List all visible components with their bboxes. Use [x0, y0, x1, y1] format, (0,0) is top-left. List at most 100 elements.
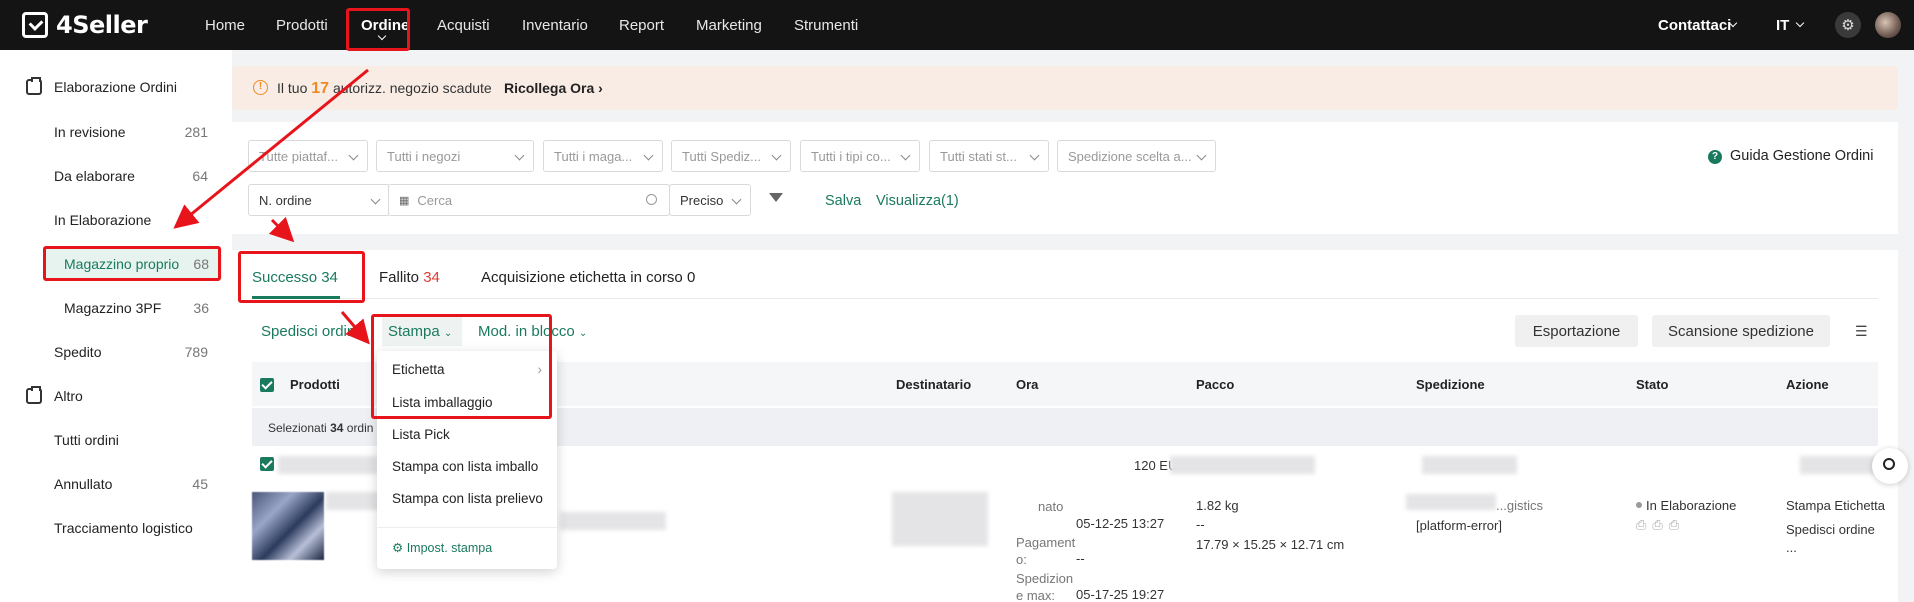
tab-fallito[interactable]: Fallito 34	[379, 269, 440, 286]
col-azione: Azione	[1786, 377, 1829, 392]
blurred-shipping	[1422, 456, 1517, 474]
sidebar-item-spedito[interactable]: Spedito 789	[54, 344, 208, 360]
blurred-amount	[1170, 456, 1315, 474]
col-stato: Stato	[1636, 377, 1669, 392]
menu-item-stampa-lista-prelievo[interactable]: Stampa con lista prelievo	[392, 491, 543, 506]
save-button[interactable]: Salva	[825, 193, 861, 209]
nav-strumenti[interactable]: Strumenti	[794, 17, 858, 34]
reconnect-link[interactable]: Ricollega Ora ›	[504, 80, 603, 96]
match-select[interactable]: Preciso	[669, 184, 751, 216]
package-dimensions: 17.79 × 15.25 × 12.71 cm	[1196, 537, 1345, 552]
type-select[interactable]: Tutti i tipi co...	[800, 140, 920, 172]
menu-item-stampa-lista-imballo[interactable]: Stampa con lista imballo	[392, 459, 538, 474]
sidebar-section-altro[interactable]: Altro	[26, 386, 83, 404]
sidebar-item-da-elaborare[interactable]: Da elaborare 64	[54, 168, 208, 184]
col-destinatario: Destinatario	[896, 377, 972, 392]
product-thumbnail[interactable]	[252, 492, 324, 560]
col-spedizione: Spedizione	[1416, 377, 1485, 392]
sidebar-item-in-elaborazione[interactable]: In Elaborazione	[54, 212, 208, 228]
select-all-checkbox[interactable]	[260, 378, 274, 392]
row-checkbox[interactable]	[260, 457, 274, 471]
nav-report[interactable]: Report	[619, 17, 664, 34]
logo-icon	[22, 12, 48, 38]
status-text: In Elaborazione	[1646, 498, 1737, 513]
blurred-carrier	[1406, 494, 1496, 510]
clipboard-icon	[26, 386, 42, 404]
scan-shipment-button[interactable]: Scansione spedizione	[1652, 315, 1830, 347]
search-icon	[1883, 458, 1895, 470]
platform-error: [platform-error]	[1416, 518, 1502, 533]
sidebar-item-tutti-ordini[interactable]: Tutti ordini	[54, 432, 208, 448]
print-label-action[interactable]: Stampa Etichetta	[1786, 498, 1885, 513]
annotation-box-ordine	[346, 8, 410, 51]
platform-select[interactable]: Tutte piattaf...	[248, 140, 368, 172]
col-pacco: Pacco	[1196, 377, 1235, 392]
time-created: 05-12-25 13:27	[1076, 516, 1165, 531]
guide-link[interactable]: Guida Gestione Ordini	[1730, 148, 1873, 164]
nav-inventario[interactable]: Inventario	[522, 17, 588, 34]
avatar[interactable]	[1875, 12, 1901, 38]
chevron-down-icon	[1795, 18, 1805, 28]
store-select[interactable]: Tutti i negozi	[376, 140, 534, 172]
view-button[interactable]: Visualizza(1)	[876, 193, 959, 209]
tab-acquisizione[interactable]: Acquisizione etichetta in corso 0	[481, 269, 695, 286]
chevron-down-icon	[1029, 150, 1040, 161]
blurred-order-id	[278, 456, 378, 474]
shipping-choice-select[interactable]: Spedizione scelta a...	[1057, 140, 1216, 172]
annotation-box-successo	[238, 251, 365, 303]
sidebar-item-in-revisione[interactable]: In revisione 281	[54, 124, 208, 140]
ship-orders-button[interactable]: Spedisci ordini	[261, 323, 359, 340]
nav-marketing[interactable]: Marketing	[696, 17, 762, 34]
filter-icon[interactable]	[769, 193, 783, 202]
clipboard-icon	[26, 77, 42, 95]
annotation-box-magazzino	[43, 246, 221, 281]
floating-search-button[interactable]	[1872, 448, 1908, 484]
time-label-max-ship: Spedizion e max:	[1016, 571, 1074, 602]
more-actions[interactable]: ...	[1786, 540, 1797, 555]
nav-acquisti[interactable]: Acquisti	[437, 17, 490, 34]
status-select[interactable]: Tutti stati st...	[929, 140, 1049, 172]
chevron-down-icon	[1196, 150, 1207, 161]
blurred-product-sku	[560, 512, 666, 530]
chevron-down-icon	[900, 150, 911, 161]
warehouse-select[interactable]: Tutti i maga...	[543, 140, 663, 172]
sidebar-item-annullato[interactable]: Annullato 45	[54, 476, 208, 492]
sidebar-item-magazzino-3pf[interactable]: Magazzino 3PF 36	[64, 300, 209, 316]
settings-gear-icon[interactable]: ⚙	[1835, 12, 1861, 38]
order-number-select[interactable]: N. ordine	[248, 184, 390, 216]
annotation-box-print-menu	[371, 314, 552, 419]
sidebar-item-tracciamento[interactable]: Tracciamento logistico	[54, 520, 208, 536]
banner-text: Il tuo 17 autorizz. negozio scadute	[277, 80, 492, 97]
col-ora: Ora	[1016, 377, 1039, 392]
status-dot-icon	[1636, 502, 1642, 508]
time-max-ship: 05-17-25 19:27	[1076, 587, 1165, 602]
blurred-recipient	[892, 492, 988, 546]
chevron-down-icon	[514, 150, 525, 161]
export-button[interactable]: Esportazione	[1515, 315, 1638, 347]
nav-home[interactable]: Home	[205, 17, 245, 34]
time-label-payment: Pagament o:	[1016, 535, 1076, 567]
warning-icon: !	[253, 80, 268, 95]
logo[interactable]: 4Seller	[22, 11, 148, 39]
search-input[interactable]: ▦ Cerca	[388, 184, 670, 216]
chevron-down-icon	[643, 150, 654, 161]
selection-summary-text: Selezionati 34 ordin	[268, 421, 374, 435]
print-settings-link[interactable]: ⚙ Impost. stampa	[392, 540, 492, 555]
grid-icon: ▦	[399, 194, 410, 207]
shipping-select[interactable]: Tutti Spediz...	[671, 140, 791, 172]
filter-panel	[232, 122, 1898, 234]
time-payment: --	[1076, 551, 1085, 566]
language-select[interactable]: IT	[1776, 17, 1789, 34]
chevron-down-icon	[731, 194, 742, 205]
menu-item-lista-pick[interactable]: Lista Pick	[392, 427, 450, 442]
contact-menu[interactable]: Contattaci	[1658, 17, 1731, 34]
gear-icon: ⚙	[392, 541, 404, 555]
menu-divider	[377, 527, 557, 528]
time-label-created: nato	[1038, 499, 1064, 514]
chevron-down-icon	[771, 150, 782, 161]
sidebar-section-order-processing[interactable]: Elaborazione Ordini	[26, 77, 177, 95]
nav-prodotti[interactable]: Prodotti	[276, 17, 328, 34]
column-settings-icon[interactable]: ☰	[1855, 323, 1868, 340]
print-status-icons: ⎙⎙⎙	[1636, 517, 1686, 532]
ship-order-action[interactable]: Spedisci ordine	[1786, 522, 1875, 537]
